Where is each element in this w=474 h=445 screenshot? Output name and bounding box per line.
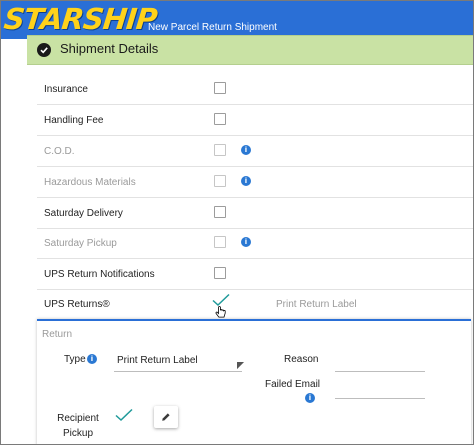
option-row-cod: C.O.D. i <box>37 136 473 167</box>
option-label: C.O.D. <box>44 146 75 157</box>
info-icon[interactable]: i <box>305 393 315 403</box>
recipient-pickup-label: Recipient Pickup <box>57 413 99 439</box>
insurance-checkbox[interactable] <box>214 82 226 94</box>
saturday-pickup-checkbox <box>214 236 226 248</box>
reason-label: Reason <box>284 354 319 365</box>
failed-email-label: Failed Email <box>265 379 321 390</box>
option-label: Insurance <box>44 84 88 95</box>
cod-checkbox <box>214 144 226 156</box>
info-icon[interactable]: i <box>241 237 251 247</box>
handling-fee-checkbox[interactable] <box>214 113 226 125</box>
option-label: Saturday Delivery <box>44 208 123 219</box>
starship-logo[interactable]: STARSHIP <box>2 2 158 36</box>
type-select[interactable]: Print Return Label <box>114 351 245 372</box>
reason-input[interactable] <box>335 351 425 372</box>
info-icon[interactable]: i <box>241 145 251 155</box>
dropdown-arrow-icon <box>229 354 245 370</box>
print-return-label-link[interactable]: Print Return Label <box>276 299 357 310</box>
check-circle-icon <box>37 43 51 57</box>
section-title: Shipment Details <box>60 41 159 56</box>
option-label: UPS Returns® <box>44 299 110 310</box>
option-row-ups-return-notifications: UPS Return Notifications <box>37 259 473 290</box>
return-panel-title: Return <box>42 329 73 340</box>
option-label: Saturday Pickup <box>44 238 117 249</box>
app-window: STARSHIP New Parcel Return Shipment Ship… <box>0 0 474 445</box>
shipment-details-header[interactable]: Shipment Details <box>27 35 473 65</box>
page-title: New Parcel Return Shipment <box>148 22 277 33</box>
option-row-handling-fee: Handling Fee <box>37 105 473 136</box>
pencil-icon <box>162 413 170 421</box>
info-icon[interactable]: i <box>87 354 97 364</box>
type-label: Type <box>64 354 86 365</box>
option-row-insurance: Insurance <box>37 74 473 105</box>
option-label: Handling Fee <box>44 115 104 126</box>
hazardous-materials-checkbox <box>214 175 226 187</box>
option-row-ups-returns: UPS Returns® Print Return Label <box>37 289 473 320</box>
recipient-pickup-checkmark[interactable] <box>115 408 133 427</box>
saturday-delivery-checkbox[interactable] <box>214 206 226 218</box>
return-panel: Return Type i Print Return Label Reason … <box>37 319 471 444</box>
option-row-saturday-pickup: Saturday Pickup i <box>37 228 473 259</box>
type-select-value: Print Return Label <box>117 355 198 366</box>
ups-return-notifications-checkbox[interactable] <box>214 267 226 279</box>
failed-email-input[interactable] <box>335 378 425 399</box>
option-label: Hazardous Materials <box>44 177 136 188</box>
option-label: UPS Return Notifications <box>44 269 155 280</box>
info-icon[interactable]: i <box>241 176 251 186</box>
edit-button[interactable] <box>154 406 178 428</box>
option-row-saturday-delivery: Saturday Delivery <box>37 198 473 229</box>
top-bar: STARSHIP New Parcel Return Shipment <box>1 1 473 39</box>
option-row-hazardous-materials: Hazardous Materials i <box>37 167 473 198</box>
